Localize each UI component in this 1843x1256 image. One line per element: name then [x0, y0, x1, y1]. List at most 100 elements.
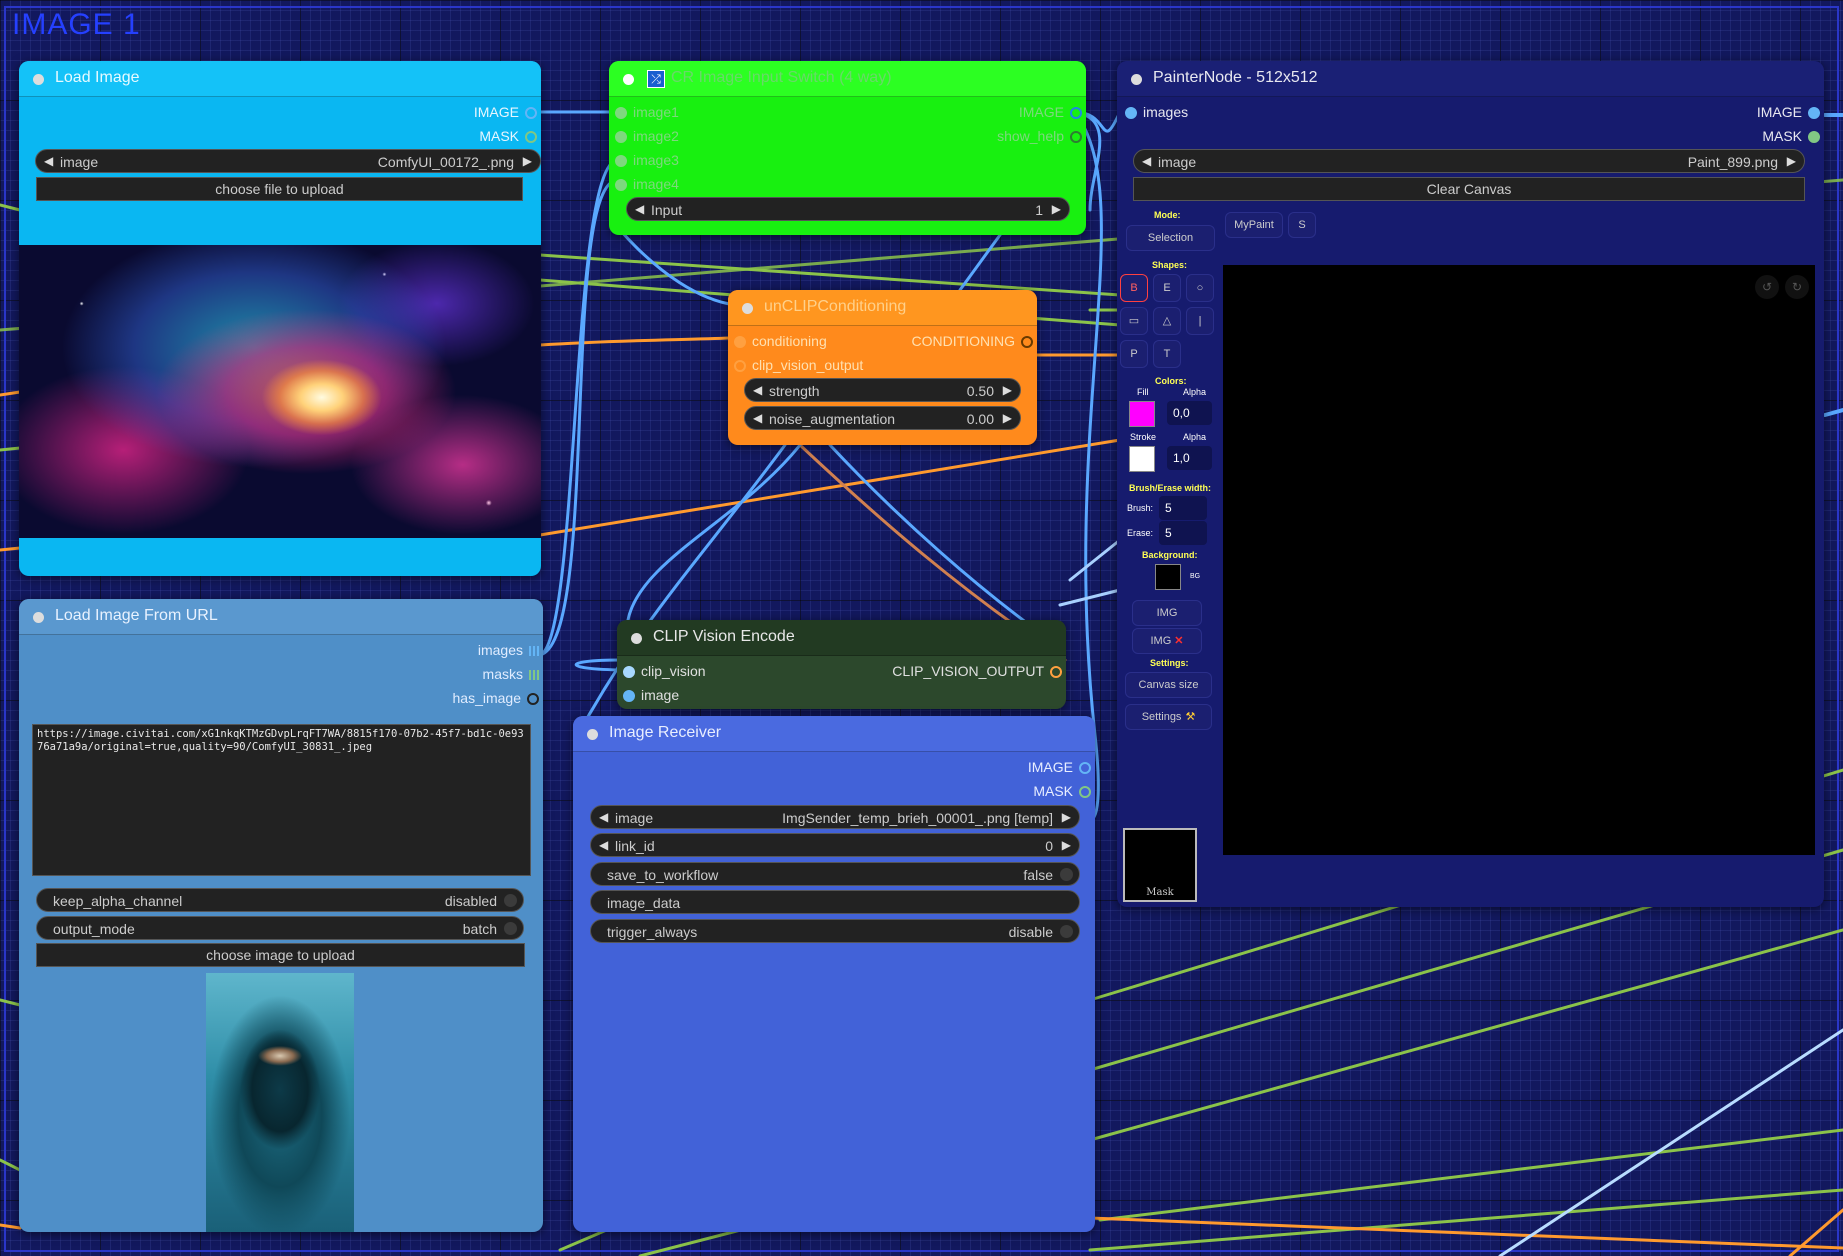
mask-thumbnail[interactable]: Mask	[1123, 828, 1197, 902]
right-arrow-icon[interactable]: ▶	[1003, 383, 1012, 397]
img-button[interactable]: IMG	[1132, 600, 1202, 626]
output-masks[interactable]: masks	[483, 666, 539, 682]
input-image[interactable]: image	[623, 687, 679, 703]
input-pin-icon[interactable]	[623, 666, 635, 679]
painter-canvas[interactable]: ↺ ↻	[1223, 265, 1815, 855]
unclip-conditioning-node[interactable]: unCLIPConditioning conditioning clip_vis…	[728, 290, 1037, 445]
output-clip-vision-output[interactable]: CLIP_VISION_OUTPUT	[892, 663, 1062, 679]
output-mask[interactable]: MASK	[1033, 783, 1091, 799]
stroke-alpha-input[interactable]: 1,0	[1167, 446, 1212, 470]
erase-width-input[interactable]: 5	[1159, 521, 1207, 545]
toggle-off-icon[interactable]	[1060, 925, 1073, 938]
shape-eraser-button[interactable]: E	[1153, 274, 1181, 302]
strength-widget[interactable]: ◀ strength 0.50 ▶	[744, 378, 1021, 402]
input-pin-icon[interactable]	[623, 690, 635, 703]
right-arrow-icon[interactable]: ▶	[523, 154, 532, 168]
fill-alpha-input[interactable]: 0,0	[1167, 401, 1212, 425]
input-pin-icon[interactable]	[615, 131, 627, 144]
shape-text-button[interactable]: T	[1153, 340, 1181, 368]
collapse-dot-icon[interactable]	[33, 612, 44, 623]
collapse-dot-icon[interactable]	[631, 633, 642, 644]
left-arrow-icon[interactable]: ◀	[753, 411, 762, 425]
left-arrow-icon[interactable]: ◀	[635, 202, 644, 216]
toggle-off-icon[interactable]	[504, 894, 517, 907]
url-textarea[interactable]: https://image.civitai.com/xG1nkqKTMzGDvp…	[32, 724, 531, 876]
switch-header[interactable]: ⤮ CR Image Input Switch (4 way)	[609, 61, 1086, 97]
load-image-header[interactable]: Load Image	[19, 61, 541, 97]
choose-file-button[interactable]: choose file to upload	[36, 177, 523, 201]
mypaint-button[interactable]: MyPaint	[1225, 212, 1283, 238]
shape-line-button[interactable]: |	[1186, 307, 1214, 335]
painter-node[interactable]: PainterNode - 512x512 images IMAGE MASK …	[1117, 61, 1824, 907]
redo-icon[interactable]: ↻	[1785, 275, 1809, 299]
shape-rect-button[interactable]: ▭	[1120, 307, 1148, 335]
clip-vision-header[interactable]: CLIP Vision Encode	[617, 620, 1066, 656]
background-color-swatch[interactable]	[1155, 564, 1181, 590]
brush-width-input[interactable]: 5	[1159, 496, 1207, 520]
collapse-dot-icon[interactable]	[742, 303, 753, 314]
output-show-help[interactable]: show_help	[997, 128, 1082, 144]
output-mask[interactable]: MASK	[1762, 128, 1820, 144]
toggle-off-icon[interactable]	[504, 922, 517, 935]
noise-augmentation-widget[interactable]: ◀ noise_augmentation 0.00 ▶	[744, 406, 1021, 430]
clear-canvas-button[interactable]: Clear Canvas	[1133, 177, 1805, 201]
shape-circle-button[interactable]: ○	[1186, 274, 1214, 302]
grid-pin-icon[interactable]	[529, 670, 539, 681]
left-arrow-icon[interactable]: ◀	[599, 838, 608, 852]
right-arrow-icon[interactable]: ▶	[1052, 202, 1061, 216]
output-has-image[interactable]: has_image	[453, 690, 539, 706]
output-pin-icon[interactable]	[1050, 666, 1062, 679]
selection-mode-button[interactable]: Selection	[1126, 225, 1215, 251]
collapse-dot-icon[interactable]	[623, 74, 634, 85]
input-pin-icon[interactable]	[615, 155, 627, 168]
left-arrow-icon[interactable]: ◀	[1142, 154, 1151, 168]
painter-header[interactable]: PainterNode - 512x512	[1117, 61, 1824, 97]
input-conditioning[interactable]: conditioning	[734, 333, 827, 349]
output-pin-icon[interactable]	[1079, 786, 1091, 799]
img-remove-button[interactable]: IMG ✕	[1132, 628, 1202, 654]
input-clip-vision-output[interactable]: clip_vision_output	[734, 357, 863, 373]
output-image[interactable]: IMAGE	[1028, 759, 1091, 775]
input-image3[interactable]: image3	[615, 152, 679, 168]
fill-color-swatch[interactable]	[1129, 401, 1155, 427]
input-pin-icon[interactable]	[1125, 107, 1137, 120]
image-combo-widget[interactable]: ◀ image Paint_899.png ▶	[1133, 149, 1805, 173]
output-image[interactable]: IMAGE	[1019, 104, 1082, 120]
input-image1[interactable]: image1	[615, 104, 679, 120]
receiver-header[interactable]: Image Receiver	[573, 716, 1095, 752]
left-arrow-icon[interactable]: ◀	[599, 810, 608, 824]
shape-brush-button[interactable]: B	[1120, 274, 1148, 302]
load-image-url-node[interactable]: Load Image From URL images masks has_ima…	[19, 599, 543, 1232]
toggle-off-icon[interactable]	[1060, 868, 1073, 881]
output-images[interactable]: images	[478, 642, 539, 658]
shape-triangle-button[interactable]: △	[1153, 307, 1181, 335]
output-pin-icon[interactable]	[1070, 131, 1082, 144]
right-arrow-icon[interactable]: ▶	[1062, 810, 1071, 824]
url-node-header[interactable]: Load Image From URL	[19, 599, 543, 635]
input-pin-icon[interactable]	[734, 360, 746, 373]
choose-image-button[interactable]: choose image to upload	[36, 943, 525, 967]
undo-icon[interactable]: ↺	[1755, 275, 1779, 299]
image-combo-widget[interactable]: ◀ image ComfyUI_00172_.png ▶	[35, 149, 541, 173]
right-arrow-icon[interactable]: ▶	[1787, 154, 1796, 168]
output-image[interactable]: IMAGE	[1757, 104, 1820, 120]
image-switch-node[interactable]: ⤮ CR Image Input Switch (4 way) image1 i…	[609, 61, 1086, 235]
input-pin-icon[interactable]	[615, 179, 627, 192]
input-clip-vision[interactable]: clip_vision	[623, 663, 706, 679]
shape-path-button[interactable]: P	[1120, 340, 1148, 368]
output-pin-icon[interactable]	[525, 131, 537, 144]
clip-vision-encode-node[interactable]: CLIP Vision Encode clip_vision image CLI…	[617, 620, 1066, 709]
stroke-color-swatch[interactable]	[1129, 446, 1155, 472]
canvas-size-button[interactable]: Canvas size	[1125, 672, 1212, 698]
save-to-workflow-toggle[interactable]: save_to_workflow false	[590, 862, 1080, 886]
output-image[interactable]: IMAGE	[474, 104, 537, 120]
right-arrow-icon[interactable]: ▶	[1003, 411, 1012, 425]
grid-pin-icon[interactable]	[529, 646, 539, 657]
output-mask[interactable]: MASK	[479, 128, 537, 144]
input-image4[interactable]: image4	[615, 176, 679, 192]
settings-button[interactable]: Settings ⚒	[1125, 704, 1212, 730]
input-image2[interactable]: image2	[615, 128, 679, 144]
unclip-header[interactable]: unCLIPConditioning	[728, 290, 1037, 326]
collapse-dot-icon[interactable]	[33, 74, 44, 85]
output-pin-icon[interactable]	[1808, 131, 1820, 144]
